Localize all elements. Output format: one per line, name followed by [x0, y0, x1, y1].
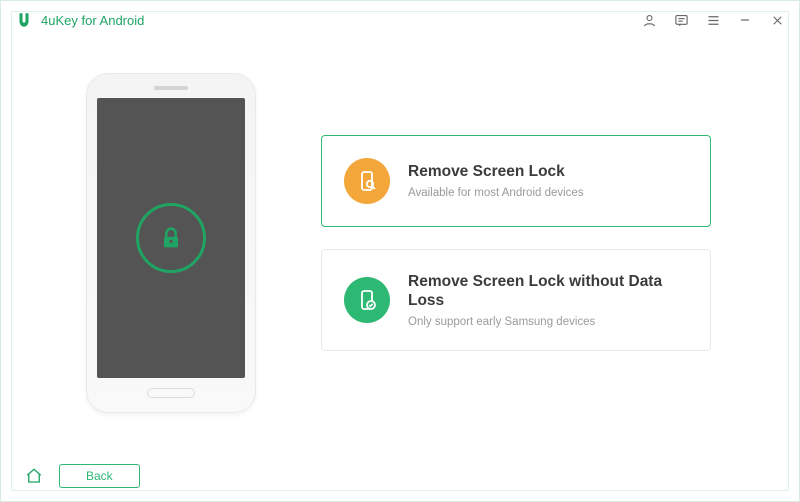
phone-home-button: [147, 388, 195, 398]
option-remove-without-data-loss[interactable]: Remove Screen Lock without Data Loss Onl…: [321, 249, 711, 352]
option-remove-screen-lock[interactable]: Remove Screen Lock Available for most An…: [321, 135, 711, 227]
account-icon[interactable]: [641, 12, 657, 28]
option-list: Remove Screen Lock Available for most An…: [321, 135, 711, 352]
app-window: 4uKey for Android: [0, 0, 800, 502]
main-content: Remove Screen Lock Available for most An…: [1, 39, 799, 457]
option-text: Remove Screen Lock without Data Loss Onl…: [408, 272, 688, 329]
phone-check-icon: [344, 277, 390, 323]
minimize-icon[interactable]: [737, 12, 753, 28]
feedback-icon[interactable]: [673, 12, 689, 28]
app-title: 4uKey for Android: [41, 13, 144, 28]
option-subtitle: Only support early Samsung devices: [408, 316, 688, 328]
option-title: Remove Screen Lock: [408, 162, 584, 181]
phone-unlock-icon: [344, 158, 390, 204]
logo-icon: [15, 11, 33, 29]
back-button[interactable]: Back: [59, 464, 140, 488]
home-icon[interactable]: [23, 465, 45, 487]
app-logo: 4uKey for Android: [15, 11, 144, 29]
footer: Back: [1, 457, 799, 501]
lock-icon: [136, 203, 206, 273]
close-icon[interactable]: [769, 12, 785, 28]
title-actions: [641, 12, 785, 28]
titlebar: 4uKey for Android: [1, 1, 799, 39]
phone-speaker: [154, 86, 188, 90]
phone-illustration: [71, 73, 271, 413]
option-text: Remove Screen Lock Available for most An…: [408, 162, 584, 199]
option-title: Remove Screen Lock without Data Loss: [408, 272, 688, 311]
phone-frame: [86, 73, 256, 413]
menu-icon[interactable]: [705, 12, 721, 28]
option-subtitle: Available for most Android devices: [408, 187, 584, 199]
phone-screen: [97, 98, 245, 378]
